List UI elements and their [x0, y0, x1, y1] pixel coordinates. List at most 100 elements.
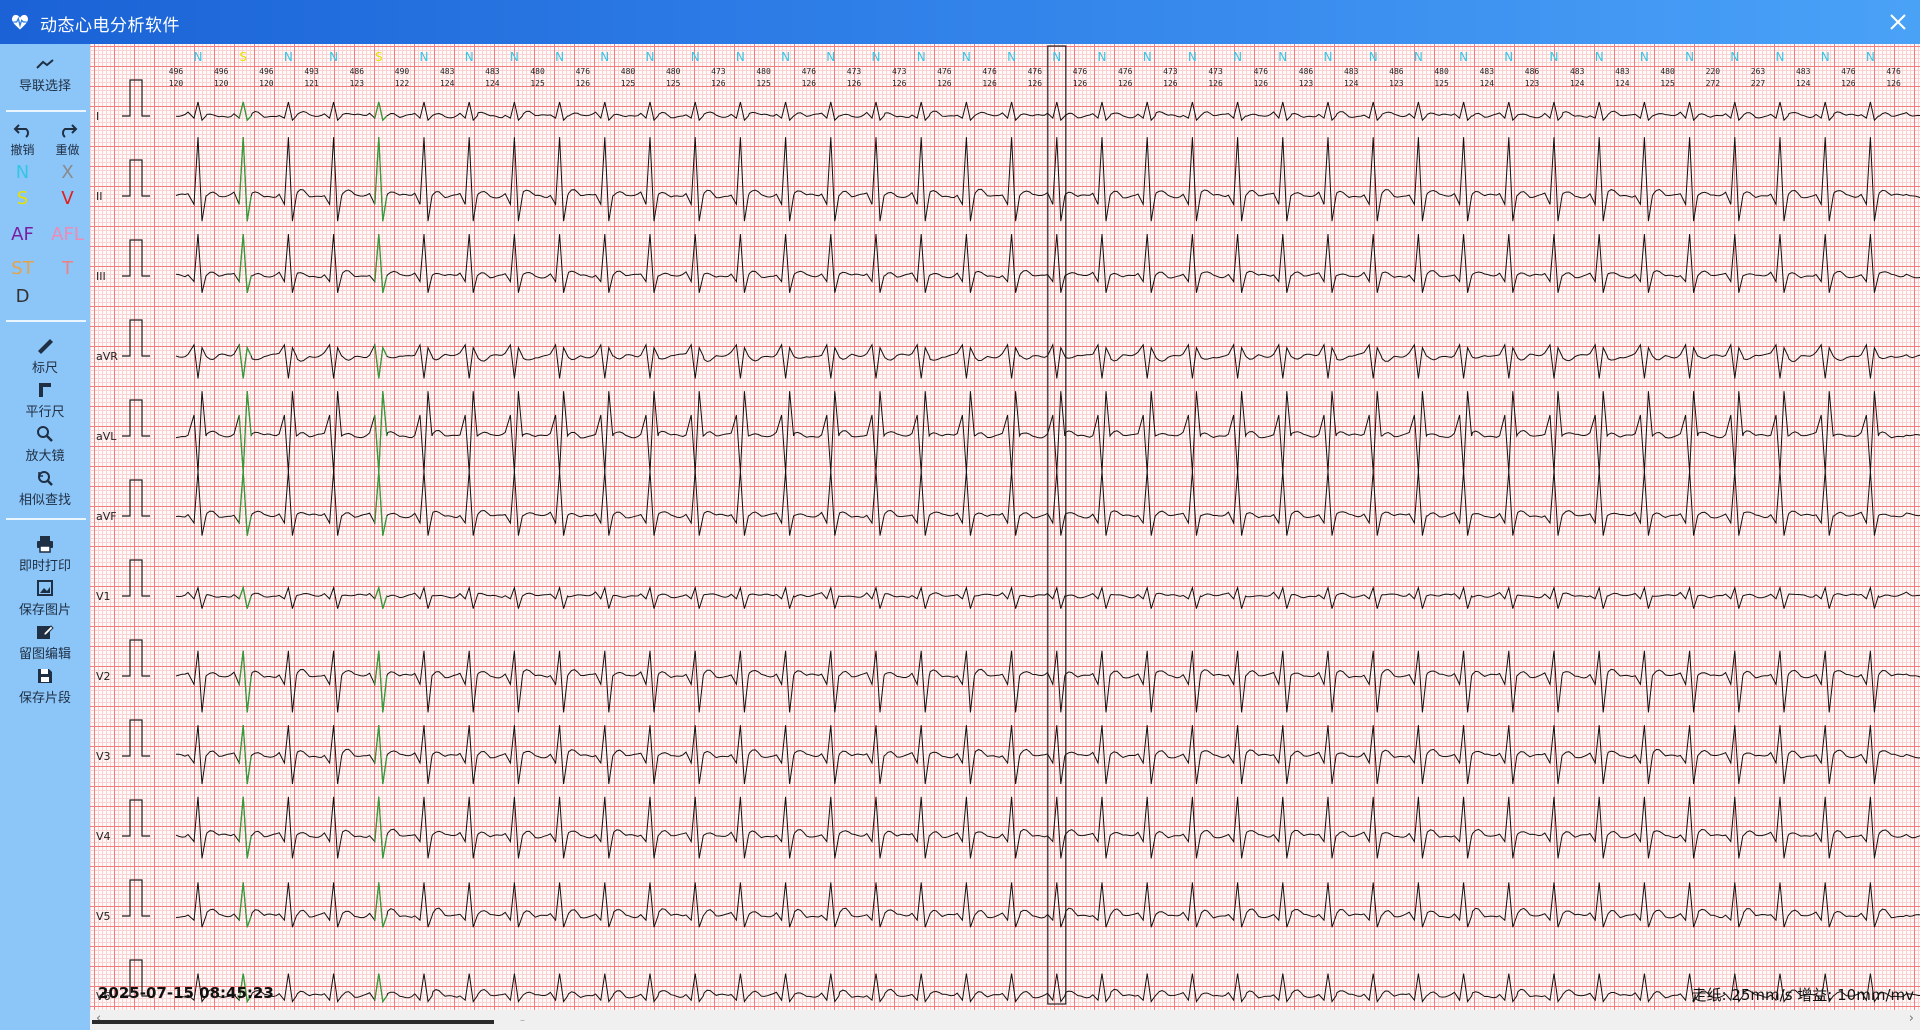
- magnifier-icon: [37, 426, 53, 442]
- beat-label[interactable]: S: [239, 50, 247, 64]
- beat-type-d[interactable]: D: [0, 286, 45, 307]
- beat-label[interactable]: N: [1188, 50, 1197, 64]
- lead-label: V4: [96, 830, 111, 843]
- beat-label[interactable]: N: [1233, 50, 1242, 64]
- beat-label[interactable]: N: [1369, 50, 1378, 64]
- beat-label[interactable]: N: [872, 50, 881, 64]
- beat-label[interactable]: N: [1595, 50, 1604, 64]
- rr-interval: 496: [214, 67, 229, 76]
- beat-label[interactable]: N: [1730, 50, 1739, 64]
- beat-label[interactable]: N: [465, 50, 474, 64]
- parallel-ruler-label: 平行尺: [25, 405, 65, 420]
- supraventricular-beat-highlight: [238, 725, 252, 785]
- beat-label[interactable]: N: [781, 50, 790, 64]
- beat-label[interactable]: N: [691, 50, 700, 64]
- beat-label[interactable]: N: [555, 50, 564, 64]
- print-label: 即时打印: [18, 559, 71, 574]
- supraventricular-beat-highlight: [374, 344, 388, 379]
- ecg-waveform-svg[interactable]: N S N N S N N N N N N N N N N N N N N N N N N N N N N N N N N N N N N N N N 49…: [90, 44, 1920, 1010]
- rr-interval: 493: [304, 67, 319, 76]
- beat-label[interactable]: N: [510, 50, 519, 64]
- beat-label[interactable]: N: [1866, 50, 1875, 64]
- beat-type-afl[interactable]: AFL: [45, 224, 90, 245]
- save-segment-button[interactable]: 保存片段: [0, 666, 90, 706]
- beat-label[interactable]: N: [1052, 50, 1061, 64]
- save-image-label: 保存图片: [18, 603, 71, 618]
- rr-interval: 496: [169, 67, 184, 76]
- parallel-ruler-icon: [39, 383, 51, 397]
- supraventricular-beat-highlight: [238, 344, 252, 379]
- lead-select-button[interactable]: 导联选择: [0, 54, 90, 94]
- ruler-button[interactable]: 标尺: [0, 336, 90, 376]
- beat-label[interactable]: N: [1685, 50, 1694, 64]
- rr-interval: 476: [1254, 67, 1269, 76]
- parallel-ruler-button[interactable]: 平行尺: [0, 380, 90, 420]
- beat-label[interactable]: N: [1414, 50, 1423, 64]
- beat-type-n[interactable]: N: [0, 162, 45, 183]
- beat-label[interactable]: N: [284, 50, 293, 64]
- rr-interval: 483: [1480, 67, 1495, 76]
- similar-search-button[interactable]: 相似查找: [0, 468, 90, 508]
- undo-button[interactable]: 撤销: [0, 122, 45, 158]
- beat-label[interactable]: N: [1776, 50, 1785, 64]
- paper-speed-gain-status: 走纸: 25mm/s 增益: 10mm/mv: [1691, 984, 1914, 1005]
- beat-type-x[interactable]: X: [45, 162, 90, 183]
- beat-label[interactable]: N: [826, 50, 835, 64]
- print-button[interactable]: 即时打印: [0, 534, 90, 574]
- beat-label[interactable]: N: [1640, 50, 1649, 64]
- rr-interval: 476: [937, 67, 952, 76]
- calibration-pulse: [122, 719, 150, 757]
- beat-type-s[interactable]: S: [0, 188, 45, 209]
- beat-label[interactable]: N: [1324, 50, 1333, 64]
- calibration-pulse: [122, 559, 150, 597]
- calibration-pulse: [122, 399, 150, 437]
- beat-label[interactable]: N: [1007, 50, 1016, 64]
- scrollbar-thumb[interactable]: [92, 1020, 494, 1024]
- beat-label[interactable]: N: [1143, 50, 1152, 64]
- lead-label: V1: [96, 590, 111, 603]
- heart-rate: 126: [802, 79, 817, 88]
- beat-type-t[interactable]: T: [45, 258, 90, 279]
- beat-label[interactable]: N: [329, 50, 338, 64]
- beat-label[interactable]: N: [194, 50, 203, 64]
- beat-label[interactable]: N: [1098, 50, 1107, 64]
- beat-label[interactable]: N: [917, 50, 926, 64]
- paper-speed-label: 走纸:: [1691, 986, 1727, 1004]
- rr-interval: 476: [1028, 67, 1043, 76]
- close-icon[interactable]: [1882, 6, 1914, 38]
- horizontal-scrollbar[interactable]: ‹ – ›: [90, 1010, 1920, 1030]
- heart-rate: 125: [530, 79, 545, 88]
- beat-label[interactable]: N: [736, 50, 745, 64]
- beat-type-v[interactable]: V: [45, 188, 90, 209]
- supraventricular-beat-highlight: [238, 391, 252, 473]
- beat-label[interactable]: N: [646, 50, 655, 64]
- magnifier-button[interactable]: 放大镜: [0, 424, 90, 464]
- beat-label[interactable]: N: [1459, 50, 1468, 64]
- heart-rate: 126: [1254, 79, 1269, 88]
- lead-label: aVF: [96, 510, 117, 523]
- beat-type-st[interactable]: ST: [0, 258, 45, 279]
- beat-label[interactable]: N: [420, 50, 429, 64]
- beat-label[interactable]: S: [375, 50, 383, 64]
- heart-rate: 124: [1570, 79, 1585, 88]
- beat-label[interactable]: N: [962, 50, 971, 64]
- edit-image-button[interactable]: 留图编辑: [0, 622, 90, 662]
- rr-interval: 263: [1751, 67, 1766, 76]
- heart-rate: 123: [350, 79, 365, 88]
- lead-select-icon: [36, 59, 54, 69]
- heart-rate: 125: [1660, 79, 1675, 88]
- beat-label[interactable]: N: [600, 50, 609, 64]
- beat-label[interactable]: N: [1504, 50, 1513, 64]
- scroll-right-arrow-icon[interactable]: ›: [1909, 1011, 1914, 1026]
- beat-label[interactable]: N: [1550, 50, 1559, 64]
- separator: [6, 110, 86, 112]
- beat-type-af[interactable]: AF: [0, 224, 45, 245]
- heart-icon: [12, 14, 28, 30]
- ecg-waveform-canvas[interactable]: N S N N S N N N N N N N N N N N N N N N N N N N N N N N N N N N N N N N N N 49…: [90, 44, 1920, 1010]
- save-image-button[interactable]: 保存图片: [0, 578, 90, 618]
- heart-rate: 124: [1796, 79, 1811, 88]
- redo-button[interactable]: 重做: [45, 122, 90, 158]
- beat-label[interactable]: N: [1821, 50, 1830, 64]
- beat-label[interactable]: N: [1278, 50, 1287, 64]
- rr-interval: 476: [576, 67, 591, 76]
